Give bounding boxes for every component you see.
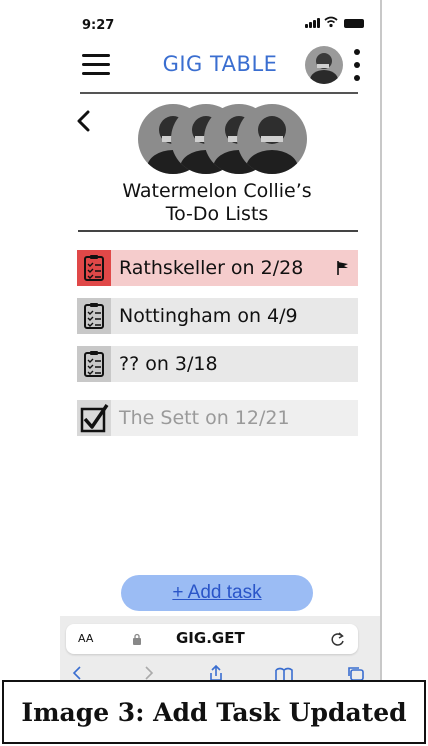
flag-icon[interactable] <box>336 260 350 276</box>
todo-list-item[interactable]: ?? on 3/18 <box>77 346 358 382</box>
text-size-button[interactable]: AA <box>78 632 93 645</box>
reload-icon[interactable] <box>330 630 346 648</box>
todo-list-item-completed[interactable]: The Sett on 12/21 <box>77 400 358 436</box>
profile-avatar[interactable] <box>305 46 343 84</box>
lock-icon <box>133 633 141 645</box>
browser-chrome: AA GIG.GET <box>60 616 380 680</box>
status-icons <box>305 16 364 28</box>
todo-list-label: The Sett on 12/21 <box>119 407 290 429</box>
tabs-icon[interactable] <box>346 664 366 680</box>
todo-list-label: Nottingham on 4/9 <box>119 305 298 327</box>
wifi-icon <box>324 16 338 28</box>
back-arrow-icon[interactable] <box>68 664 88 680</box>
status-time: 9:27 <box>82 18 115 33</box>
menu-icon[interactable] <box>82 54 110 76</box>
clipboard-list-icon <box>77 298 111 334</box>
todo-list-label: Rathskeller on 2/28 <box>119 257 304 279</box>
url-text: GIG.GET <box>176 629 245 647</box>
caption-box: Image 3: Add Task Updated <box>2 680 426 744</box>
member-avatar <box>237 104 307 174</box>
back-chevron-icon[interactable] <box>72 108 96 134</box>
heading-divider <box>78 230 358 232</box>
bookmarks-icon[interactable] <box>274 664 294 680</box>
band-heading: Watermelon Collie’s To-Do Lists <box>80 180 354 226</box>
signal-icon <box>305 18 320 28</box>
more-options-icon[interactable] <box>352 49 362 81</box>
battery-icon <box>344 19 364 28</box>
band-subtitle: To-Do Lists <box>165 203 269 225</box>
image-caption: Image 3: Add Task Updated <box>21 697 407 727</box>
forward-arrow-icon[interactable] <box>138 664 158 680</box>
add-task-button[interactable]: + Add task <box>121 575 313 611</box>
checkbox-checked-icon[interactable] <box>77 400 111 436</box>
todo-list-item[interactable]: Nottingham on 4/9 <box>77 298 358 334</box>
address-bar[interactable]: AA GIG.GET <box>66 624 358 654</box>
band-name: Watermelon Collie’s <box>122 180 312 202</box>
share-icon[interactable] <box>206 664 226 680</box>
todo-list-label: ?? on 3/18 <box>119 353 218 375</box>
clipboard-list-icon <box>77 346 111 382</box>
todo-list-item[interactable]: Rathskeller on 2/28 <box>77 250 358 286</box>
clipboard-list-icon <box>77 250 111 286</box>
band-member-avatars <box>138 104 308 174</box>
phone-screen: 9:27 GIG TABLE Watermelon Collie’s To-Do… <box>60 0 382 680</box>
browser-toolbar <box>60 664 380 680</box>
header-divider <box>80 92 358 94</box>
app-title: GIG TABLE <box>162 52 278 76</box>
